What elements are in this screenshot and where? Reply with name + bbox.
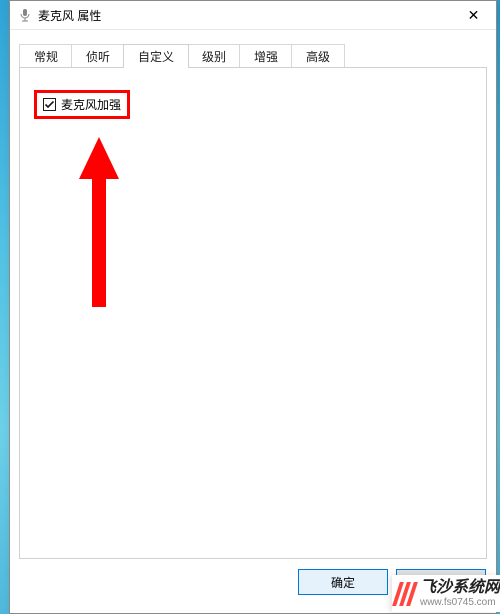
watermark-url: www.fs0745.com [420, 597, 500, 608]
button-label: 确定 [331, 574, 355, 591]
tab-content: 麦克风加强 [19, 68, 487, 559]
checkbox-box [43, 98, 56, 111]
watermark-bars-icon [392, 582, 418, 606]
annotation-arrow-icon [79, 137, 119, 307]
close-icon: ✕ [468, 7, 480, 24]
tab-label: 常规 [34, 48, 58, 65]
tab-levels[interactable]: 级别 [187, 44, 241, 67]
checkbox-label: 麦克风加强 [61, 96, 121, 113]
tab-listen[interactable]: 侦听 [71, 44, 125, 67]
ok-button[interactable]: 确定 [298, 569, 388, 595]
tab-baseline [19, 67, 487, 68]
microphone-icon [18, 8, 32, 22]
checkmark-icon [44, 99, 55, 110]
tab-label: 级别 [202, 48, 226, 65]
titlebar: 麦克风 属性 ✕ [10, 1, 496, 30]
mic-boost-checkbox[interactable]: 麦克风加强 [34, 90, 130, 119]
tab-custom[interactable]: 自定义 [123, 44, 189, 68]
watermark: 飞沙系统网 www.fs0745.com [392, 575, 500, 612]
tab-enhance[interactable]: 增强 [239, 44, 293, 67]
tab-label: 高级 [306, 48, 330, 65]
tab-general[interactable]: 常规 [19, 44, 73, 67]
dialog-window: 麦克风 属性 ✕ 常规 侦听 自定义 级别 增强 高级 麦克风加强 确定 [9, 0, 497, 614]
tab-label: 侦听 [86, 48, 110, 65]
tab-label: 增强 [254, 48, 278, 65]
tab-label: 自定义 [138, 48, 174, 65]
close-button[interactable]: ✕ [451, 1, 496, 30]
watermark-name: 飞沙系统网 [420, 579, 500, 597]
tab-advanced[interactable]: 高级 [291, 44, 345, 67]
window-title: 麦克风 属性 [38, 7, 101, 24]
tab-row: 常规 侦听 自定义 级别 增强 高级 [19, 44, 487, 68]
